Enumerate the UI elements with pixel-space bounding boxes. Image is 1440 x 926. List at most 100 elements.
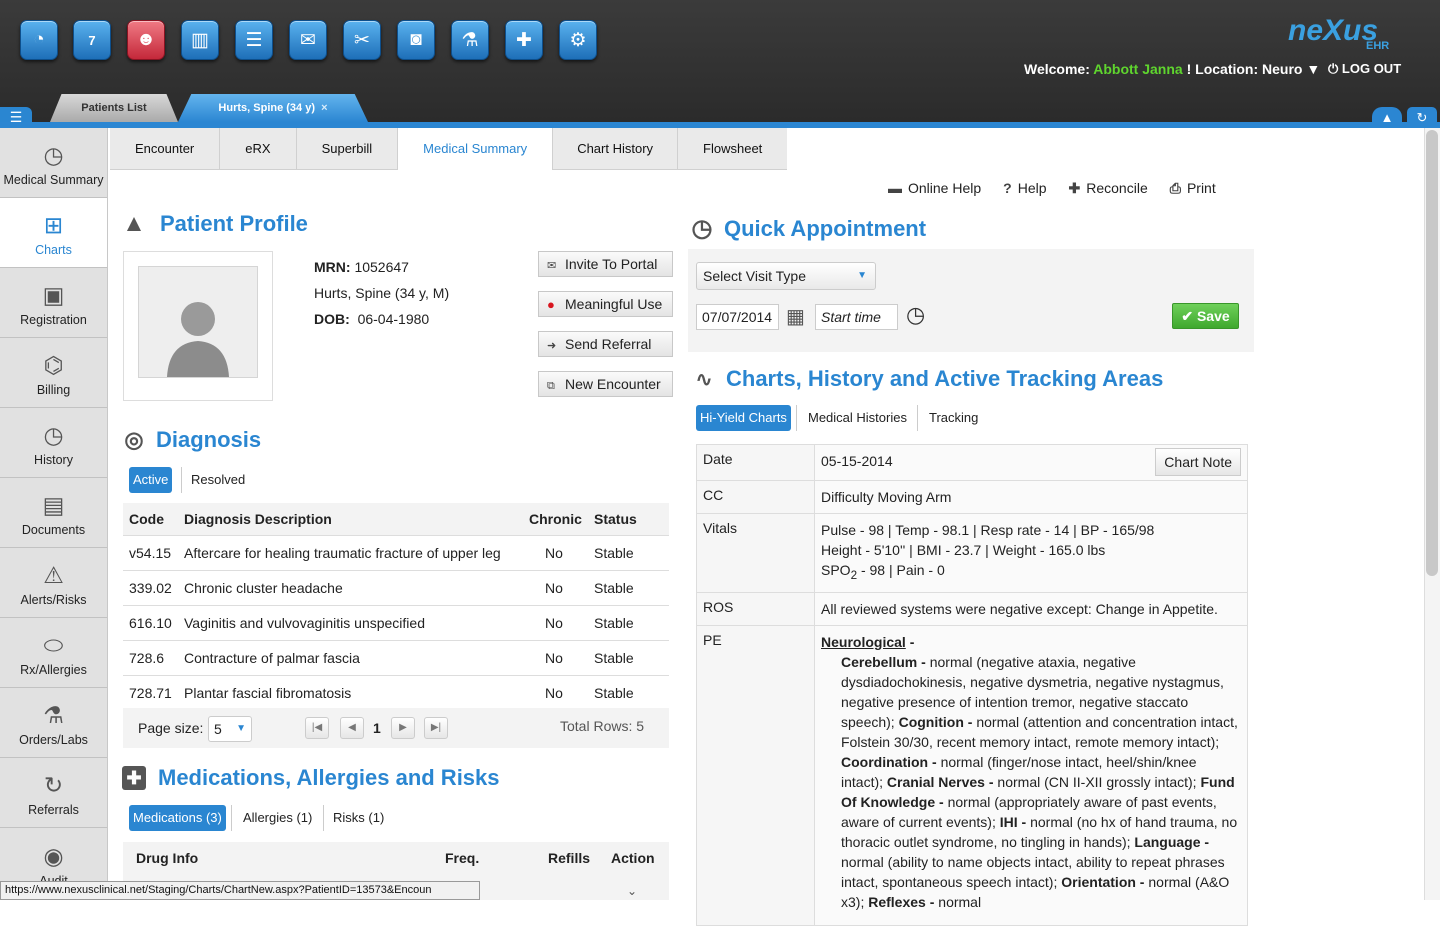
page-size-select[interactable]: 5 ▼ <box>208 716 252 742</box>
clock-icon[interactable]: ◷ <box>906 302 925 328</box>
id-card-icon: ▣ <box>42 282 65 308</box>
calendar-icon[interactable]: ▦ <box>786 304 805 329</box>
tab-resolved-diagnoses[interactable]: Resolved <box>187 467 249 493</box>
column-header[interactable]: Refills <box>548 850 590 866</box>
tools-icon[interactable]: ✂ <box>343 20 381 60</box>
speech-bubble-icon: ▬ <box>888 180 902 196</box>
tab-medications[interactable]: Medications (3) <box>129 805 226 831</box>
column-header[interactable]: Code <box>123 503 178 535</box>
sidebar-item-documents[interactable]: ▤ Documents <box>0 478 107 548</box>
expand-chevron-icon[interactable]: ⌄ <box>627 884 637 898</box>
patient-name: Hurts, Spine (34 y, M) <box>314 285 450 301</box>
sidebar-item-history[interactable]: ◷ History <box>0 408 107 478</box>
description-cell: Aftercare for healing traumatic fracture… <box>178 534 523 570</box>
collapse-up-icon[interactable]: ▲ <box>1372 107 1402 128</box>
chevron-down-icon[interactable]: ▼ <box>1306 61 1320 77</box>
tab-patient-active[interactable]: Hurts, Spine (34 y) × <box>178 94 368 122</box>
sidebar-item-registration[interactable]: ▣ Registration <box>0 268 107 338</box>
table-row[interactable]: v54.15 Aftercare for healing traumatic fr… <box>123 534 669 570</box>
tab-chart-history[interactable]: Chart History <box>553 128 679 169</box>
close-icon[interactable]: × <box>321 102 327 114</box>
section-title: Patient Profile <box>160 211 308 236</box>
code-cell: 728.6 <box>123 639 178 675</box>
bandage-icon[interactable]: ✚ <box>505 20 543 60</box>
patients-icon[interactable]: ☻ <box>127 20 165 60</box>
mail-icon[interactable]: ✉ <box>289 20 327 60</box>
sidebar-item-rx-allergies[interactable]: ⬭ Rx/Allergies <box>0 618 107 688</box>
table-row: Vitals Pulse - 98 | Temp - 98.1 | Resp r… <box>696 513 1248 593</box>
pill-icon: ⬭ <box>43 632 64 658</box>
send-referral-button[interactable]: ➜ Send Referral <box>538 331 673 357</box>
column-header[interactable]: Drug Info <box>136 850 198 866</box>
pe-heading[interactable]: Neurological <box>821 634 906 650</box>
date-input[interactable]: 07/07/2014 <box>696 304 779 330</box>
quick-appointment-heading: ◷ Quick Appointment <box>688 214 927 243</box>
tab-erx[interactable]: eRX <box>220 128 297 169</box>
tab-hi-yield-charts[interactable]: Hi-Yield Charts <box>696 405 791 431</box>
sidebar-item-alerts-risks[interactable]: ⚠ Alerts/Risks <box>0 548 107 618</box>
settings-icon[interactable]: ⚙ <box>559 20 597 60</box>
tab-encounter[interactable]: Encounter <box>110 128 221 169</box>
sidebar-item-referrals[interactable]: ↻ Referrals <box>0 758 107 828</box>
online-help-link[interactable]: ▬ Online Help <box>888 180 981 197</box>
camera-icon[interactable]: ◙ <box>397 20 435 60</box>
table-row: CC Difficulty Moving Arm <box>696 480 1248 514</box>
logout-button[interactable]: ⏻ LOG OUT <box>1328 61 1401 77</box>
tab-allergies[interactable]: Allergies (1) <box>239 805 316 831</box>
table-row[interactable]: 339.02 Chronic cluster headache No Stable <box>123 569 669 605</box>
pe-text: Cerebellum - normal (negative ataxia, ne… <box>841 653 1238 910</box>
chronic-cell: No <box>523 569 588 605</box>
flask-icon: ⚗ <box>43 702 64 728</box>
column-header[interactable]: Freq. <box>445 850 479 866</box>
refresh-icon[interactable]: ↻ <box>1407 107 1437 128</box>
new-encounter-button[interactable]: ⧉ New Encounter <box>538 371 673 397</box>
lab-flask-icon[interactable]: ⚗ <box>451 20 489 60</box>
clock-icon: ◷ <box>43 142 64 168</box>
table-row[interactable]: 728.71 Plantar fascial fibromatosis No Stab… <box>123 674 669 710</box>
save-button[interactable]: ✔ Save <box>1172 303 1239 329</box>
print-link[interactable]: ⎙ Print <box>1170 180 1216 197</box>
tab-superbill[interactable]: Superbill <box>297 128 399 169</box>
tab-flowsheet[interactable]: Flowsheet <box>678 128 787 169</box>
next-page-icon[interactable]: ▶ <box>391 717 415 739</box>
notes-icon[interactable]: ☰ <box>235 20 273 60</box>
sidebar-item-medical-summary[interactable]: ◷ Medical Summary <box>0 128 107 198</box>
table-row[interactable]: 728.6 Contracture of palmar fascia No Stabl… <box>123 639 669 675</box>
column-header[interactable]: Chronic <box>523 503 588 535</box>
code-cell: 728.71 <box>123 674 178 710</box>
first-page-icon[interactable]: |◀ <box>305 717 329 739</box>
visit-type-select[interactable]: Select Visit Type ▼ <box>696 262 876 290</box>
red-dot-icon: ● <box>547 297 555 312</box>
tab-tracking[interactable]: Tracking <box>925 405 982 431</box>
tab-active-diagnoses[interactable]: Active <box>129 467 173 493</box>
start-time-input[interactable]: Start time <box>815 304 898 330</box>
ros-value: All reviewed systems were negative excep… <box>814 591 1248 626</box>
code-cell: v54.15 <box>123 534 178 570</box>
tab-medical-histories[interactable]: Medical Histories <box>804 405 911 431</box>
column-header[interactable]: Action <box>611 850 655 866</box>
scrollbar-thumb[interactable] <box>1426 130 1438 576</box>
last-page-icon[interactable]: ▶| <box>424 717 448 739</box>
column-header[interactable]: Status <box>588 503 669 535</box>
vitals-line: Pulse - 98 | Temp - 98.1 | Resp rate - 1… <box>821 522 1155 538</box>
tab-risks[interactable]: Risks (1) <box>329 805 388 831</box>
section-title: Medications, Allergies and Risks <box>158 765 500 790</box>
location-label[interactable]: ! Location: Neuro <box>1187 61 1303 77</box>
calendar-icon[interactable]: 7 <box>73 20 111 60</box>
sidebar-item-charts[interactable]: ⊞ Charts <box>0 198 107 268</box>
prev-page-icon[interactable]: ◀ <box>340 717 364 739</box>
table-row[interactable]: 616.10 Vaginitis and vulvovaginitis unspe… <box>123 604 669 640</box>
invite-to-portal-button[interactable]: ✉ Invite To Portal <box>538 251 673 277</box>
chart-note-button[interactable]: Chart Note <box>1155 448 1241 476</box>
dob-value: 06-04-1980 <box>357 311 430 327</box>
reports-icon[interactable]: ▥ <box>181 20 219 60</box>
tab-patients-list[interactable]: Patients List <box>50 94 178 122</box>
sidebar-item-orders-labs[interactable]: ⚗ Orders/Labs <box>0 688 107 758</box>
dashboard-icon[interactable]: ◔ <box>20 20 58 60</box>
reconcile-link[interactable]: ✚ Reconcile <box>1069 180 1148 197</box>
sidebar-item-billing[interactable]: ⌬ Billing <box>0 338 107 408</box>
tab-medical-summary[interactable]: Medical Summary <box>398 128 554 170</box>
help-link[interactable]: ? Help <box>1003 180 1046 197</box>
column-header[interactable]: Diagnosis Description <box>178 503 523 535</box>
meaningful-use-button[interactable]: ● Meaningful Use <box>538 291 673 317</box>
